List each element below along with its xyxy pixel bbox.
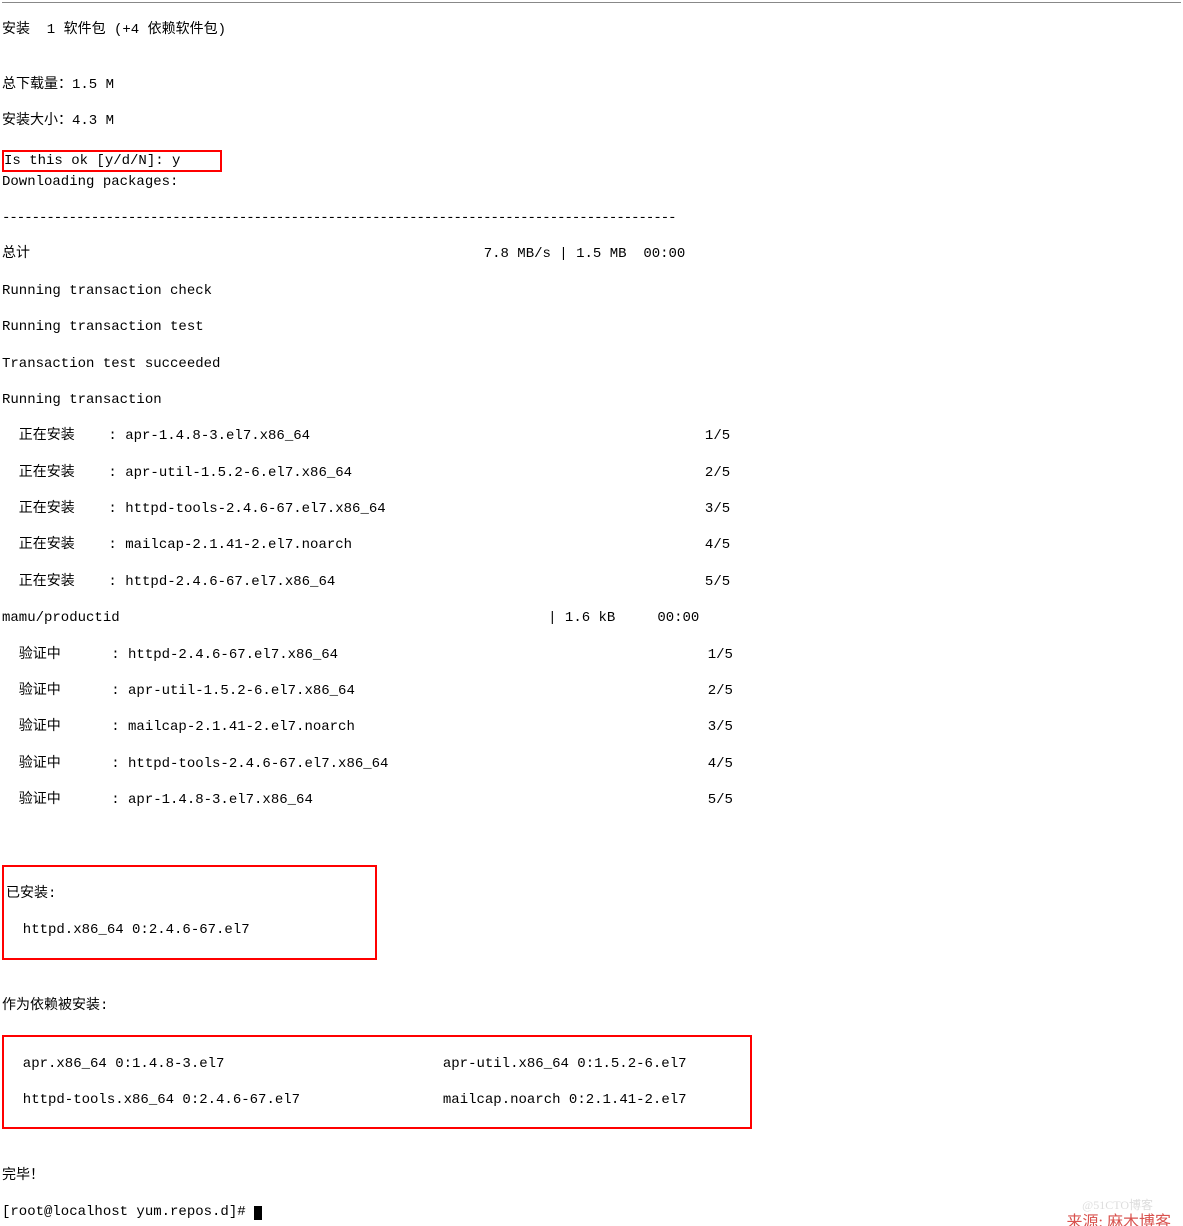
- install-row: 正在安装 : httpd-tools-2.4.6-67.el7.x86_64 3…: [2, 500, 1181, 518]
- verify-row: 验证中 : httpd-2.4.6-67.el7.x86_64 1/5: [2, 646, 1181, 664]
- confirm-prompt-box: Is this ok [y/d/N]: y: [2, 150, 222, 172]
- deps-row: apr.x86_64 0:1.4.8-3.el7 apr-util.x86_64…: [6, 1055, 748, 1073]
- install-summary-line: 安装 1 软件包 (+4 依赖软件包): [2, 21, 1181, 39]
- blank-line: [2, 1130, 1181, 1148]
- installed-package: httpd.x86_64 0:2.4.6-67.el7: [6, 921, 373, 939]
- deps-header-line: 作为依赖被安装:: [2, 997, 1181, 1015]
- total-speed: 7.8 MB/s | 1.5 MB 00:00: [484, 246, 686, 262]
- verify-row: 验证中 : apr-1.4.8-3.el7.x86_64 5/5: [2, 791, 1181, 809]
- installed-header: 已安装:: [6, 885, 373, 903]
- install-row: 正在安装 : apr-util-1.5.2-6.el7.x86_64 2/5: [2, 464, 1181, 482]
- blank-line: [2, 961, 1181, 979]
- verify-row: 验证中 : mailcap-2.1.41-2.el7.noarch 3/5: [2, 718, 1181, 736]
- prompt-line[interactable]: [root@localhost yum.repos.d]#: [2, 1203, 1181, 1221]
- deps-box: apr.x86_64 0:1.4.8-3.el7 apr-util.x86_64…: [2, 1035, 752, 1130]
- cursor-icon: [254, 1206, 262, 1220]
- watermark-faint: @51CTO博客: [1082, 1198, 1153, 1214]
- transaction-check-line: Running transaction check: [2, 282, 1181, 300]
- total-line: 总计 7.8 MB/s | 1.5 MB 00:00: [2, 245, 1181, 263]
- transaction-test-line: Running transaction test: [2, 318, 1181, 336]
- downloading-line: Downloading packages:: [2, 173, 1181, 191]
- transaction-running-line: Running transaction: [2, 391, 1181, 409]
- terminal-output: 安装 1 软件包 (+4 依赖软件包) 总下载量：1.5 M 安装大小：4.3 …: [2, 2, 1181, 1226]
- verify-row: 验证中 : httpd-tools-2.4.6-67.el7.x86_64 4/…: [2, 755, 1181, 773]
- verify-row: 验证中 : apr-util-1.5.2-6.el7.x86_64 2/5: [2, 682, 1181, 700]
- deps-row: httpd-tools.x86_64 0:2.4.6-67.el7 mailca…: [6, 1091, 748, 1109]
- blank-line: [2, 827, 1181, 845]
- complete-line: 完毕！: [2, 1167, 1181, 1185]
- transaction-succeeded-line: Transaction test succeeded: [2, 355, 1181, 373]
- repo-line: mamu/productid | 1.6 kB 00:00: [2, 609, 1181, 627]
- download-size-line: 总下载量：1.5 M: [2, 76, 1181, 94]
- watermark-text: 来源: 麻木博客: [1067, 1213, 1171, 1226]
- install-row: 正在安装 : mailcap-2.1.41-2.el7.noarch 4/5: [2, 536, 1181, 554]
- confirm-prompt-text[interactable]: Is this ok [y/d/N]: y: [4, 153, 180, 169]
- separator-line: ----------------------------------------…: [2, 209, 712, 227]
- installed-box: 已安装: httpd.x86_64 0:2.4.6-67.el7: [2, 865, 377, 960]
- total-label: 总计: [2, 246, 30, 262]
- install-row: 正在安装 : httpd-2.4.6-67.el7.x86_64 5/5: [2, 573, 1181, 591]
- install-row: 正在安装 : apr-1.4.8-3.el7.x86_64 1/5: [2, 427, 1181, 445]
- shell-prompt: [root@localhost yum.repos.d]#: [2, 1204, 254, 1220]
- install-size-line: 安装大小：4.3 M: [2, 112, 1181, 130]
